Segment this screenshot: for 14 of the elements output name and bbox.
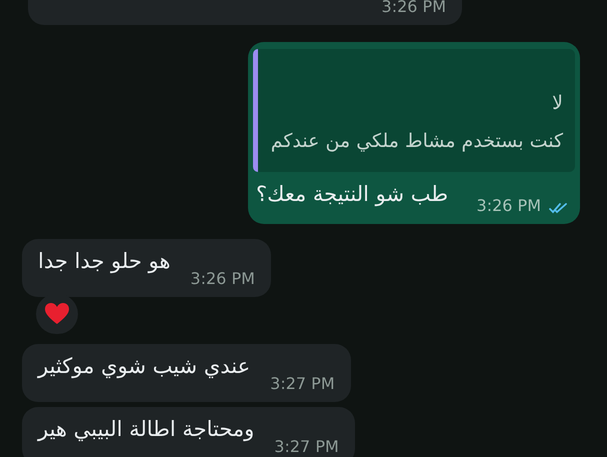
message-text: طب شو النتيجة معك؟	[256, 181, 448, 208]
message-time: 3:27 PM	[270, 373, 335, 395]
quoted-text: كنت بستخدم مشاط ملكي من عندكم	[270, 129, 563, 154]
message-text: هو حلو جدا جدا	[38, 248, 170, 275]
message-time: 3:26 PM	[476, 195, 541, 217]
quoted-message[interactable]: لا كنت بستخدم مشاط ملكي من عندكم	[253, 49, 575, 172]
message-time: 3:26 PM	[190, 268, 255, 290]
message-time: 3:27 PM	[274, 436, 339, 457]
reaction-badge[interactable]	[36, 294, 78, 334]
message-text: ومحتاجة اطالة البيبي هير	[38, 416, 254, 443]
message-text: عندي شيب شوي موكثير	[38, 353, 250, 380]
quoted-text: لا	[551, 91, 563, 116]
heart-icon	[44, 302, 70, 326]
message-time: 3:26 PM	[382, 0, 446, 18]
